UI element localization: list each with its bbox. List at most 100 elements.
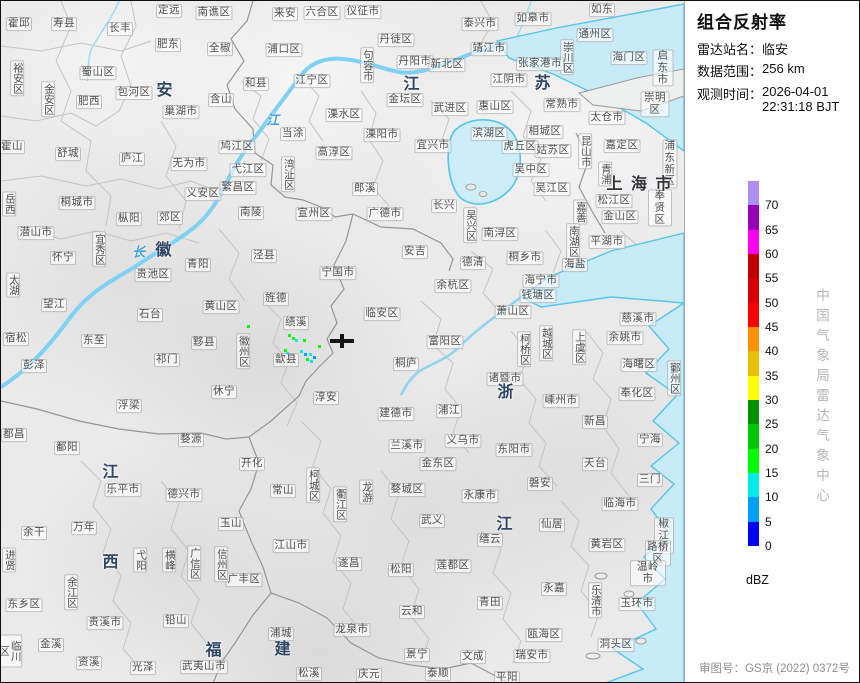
legend-tick-label: 60 xyxy=(765,247,778,261)
map-label: 鄞州区 xyxy=(667,360,681,396)
legend-tick-label: 5 xyxy=(765,515,772,529)
map-label: 姑苏区 xyxy=(535,144,572,158)
map-label: 景宁 xyxy=(404,648,430,662)
station-value: 临安 xyxy=(762,39,788,58)
map-label: 高淳区 xyxy=(316,146,353,160)
legend-segment xyxy=(748,205,759,229)
map-label: 六合区 xyxy=(304,6,341,20)
legend-tick-label: 35 xyxy=(765,369,778,383)
map-label: 滨湖区 xyxy=(471,127,508,141)
map-label: 贵池区 xyxy=(135,268,172,282)
map-label: 平阳 xyxy=(494,671,520,683)
map-label: 海门区 xyxy=(611,51,648,65)
map-label: 奉贤区 xyxy=(648,189,672,226)
map-label: 永嘉 xyxy=(541,582,567,596)
legend-segment xyxy=(748,400,759,424)
map-label: 庆元 xyxy=(356,668,382,682)
map-label: 溧阳市 xyxy=(364,128,401,142)
map-label: 宜秀区 xyxy=(92,231,106,267)
map-label: 龙泉市 xyxy=(334,623,371,637)
map-label: 桐城市 xyxy=(59,196,96,210)
radar-echo-cell xyxy=(295,339,298,342)
map-label: 桐乡市 xyxy=(507,251,544,265)
map-label: 金山区 xyxy=(602,210,639,224)
map-label: 嵊州市 xyxy=(543,394,580,408)
map-label: 裕安区 xyxy=(10,60,24,96)
lake-island xyxy=(466,184,476,190)
map-label: 泾县 xyxy=(251,249,277,263)
map-label: 定远 xyxy=(156,4,182,18)
radar-viewer-window: 霍邱寿县定远南谯区长丰肥东全椒裕安区金安区蜀山区包河区肥西含山巢湖市霍山舒城庐江… xyxy=(0,0,860,683)
map-label: 江 xyxy=(101,464,120,482)
map-label: 玉山 xyxy=(218,517,244,531)
map-label: 浮梁 xyxy=(116,399,142,413)
map-label: 婺源 xyxy=(178,433,204,447)
map-label: 金溪 xyxy=(38,638,64,652)
map-label: 鄱阳 xyxy=(54,441,80,455)
map-label: 惠山区 xyxy=(477,100,514,114)
range-label: 数据范围： xyxy=(697,61,762,80)
map-label: 肥西 xyxy=(76,95,102,109)
map-label: 长 xyxy=(131,246,147,261)
map-label: 柯桥区 xyxy=(517,331,531,367)
map-label: 松江区 xyxy=(596,194,633,208)
map-label: 庐江 xyxy=(119,152,145,166)
legend-segment xyxy=(748,449,759,473)
legend-tick-label: 50 xyxy=(765,296,778,310)
map-label: 广德市 xyxy=(367,207,404,221)
map-label: 来安 xyxy=(272,7,298,21)
map-label: 资溪 xyxy=(76,656,102,670)
map-approval-number: 审图号：GS京 (2022) 0372号 xyxy=(699,660,850,676)
map-label: 龙游 xyxy=(359,480,373,505)
map-label: 张家港市 xyxy=(516,57,564,71)
station-label: 雷达站名： xyxy=(697,39,762,58)
map-label: 文成 xyxy=(460,650,486,664)
legend-segment xyxy=(748,278,759,302)
map-label: 霍邱 xyxy=(6,17,32,31)
map-label: 寿县 xyxy=(51,17,77,31)
map-label: 绩溪 xyxy=(283,316,309,330)
map-label: 金安区 xyxy=(41,81,55,117)
map-label: 句容市 xyxy=(360,47,374,83)
map-label: 武进区 xyxy=(432,102,469,116)
map-label: 铅山 xyxy=(163,614,189,628)
map-label: 临川区 xyxy=(1,635,22,668)
map-label: 新北区 xyxy=(429,58,466,72)
map-label: 南湖区 xyxy=(566,223,580,259)
map-label: 宣州区 xyxy=(296,207,333,221)
map-label: 兰溪市 xyxy=(389,439,426,453)
map-label: 建德市 xyxy=(378,407,415,421)
radar-echo-cell xyxy=(310,360,313,363)
map-label: 南谯区 xyxy=(196,6,233,20)
radar-echo-cell xyxy=(304,353,307,356)
legend-tick-label: 55 xyxy=(765,271,778,285)
map-label: 虎丘区 xyxy=(502,140,539,154)
map-label: 苏 xyxy=(533,75,552,93)
map-label: 永康市 xyxy=(462,489,499,503)
map-label: 南浔区 xyxy=(482,227,519,241)
legend-segment xyxy=(748,522,759,546)
map-label: 武义 xyxy=(419,514,445,528)
map-label: 义安区 xyxy=(185,187,222,201)
radar-echo-cell xyxy=(300,350,303,353)
map-label: 义乌市 xyxy=(445,434,482,448)
map-label: 东乡区 xyxy=(6,598,43,612)
map-label: 瑞安市 xyxy=(514,649,551,663)
map-label: 西 xyxy=(101,554,120,572)
legend-tick-label: 70 xyxy=(765,198,778,212)
map-label: 常熟市 xyxy=(544,98,581,112)
map-label: 磐安 xyxy=(527,477,553,491)
map-label: 包河区 xyxy=(116,86,153,100)
map-label: 浦城 xyxy=(268,627,294,641)
radar-echo-cell xyxy=(309,353,312,356)
map-label: 舒城 xyxy=(55,147,81,161)
map-label: 安吉 xyxy=(402,245,428,259)
map-label: 宜兴市 xyxy=(415,139,452,153)
map-label: 南陵 xyxy=(238,206,264,220)
map-label: 如东 xyxy=(589,3,615,17)
map-label: 江宁区 xyxy=(294,74,331,88)
map-label: 临安区 xyxy=(364,307,401,321)
map-label: 开化 xyxy=(239,457,265,471)
map-label: 海曙区 xyxy=(621,358,658,372)
map-label: 宁国市 xyxy=(320,266,357,280)
